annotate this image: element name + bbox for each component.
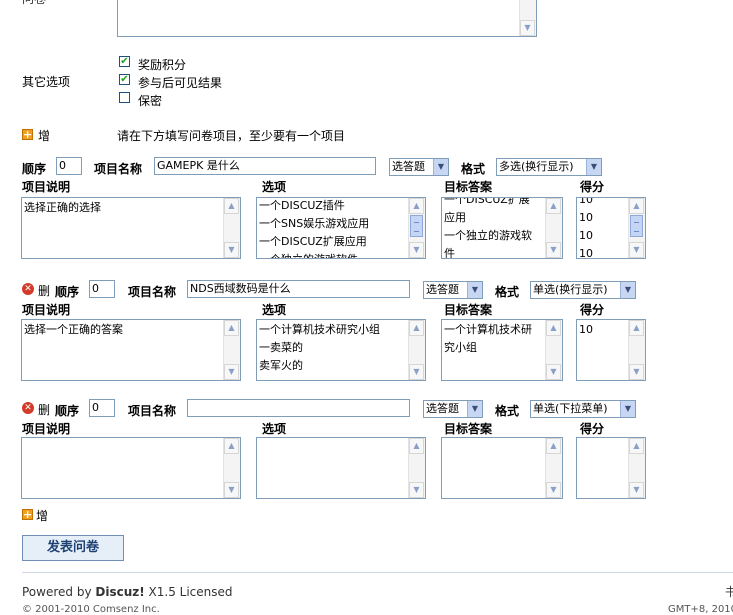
item3-score-textarea[interactable]: ▲ ▼ xyxy=(576,437,646,499)
top-textarea[interactable]: ▼ xyxy=(117,0,537,37)
item2-order-input[interactable]: 0 xyxy=(89,280,115,298)
item3-type-select[interactable]: 选答题 ▼ xyxy=(423,400,483,418)
item1-format-select[interactable]: 多选(换行显示) ▼ xyxy=(496,158,602,176)
item3-order-input[interactable]: 0 xyxy=(89,399,115,417)
item1-type-select[interactable]: 选答题 ▼ xyxy=(389,158,449,176)
top-field-label: 问卷 xyxy=(22,0,46,7)
checkbox-reward[interactable]: ✔ xyxy=(119,56,130,67)
item1-order-label: 顺序 xyxy=(22,162,47,176)
add-item-bottom-label[interactable]: 增 xyxy=(36,507,48,524)
item2-format-select[interactable]: 单选(换行显示) ▼ xyxy=(530,281,636,299)
item1-name-input[interactable]: GAMEPK 是什么 xyxy=(154,157,376,175)
item2-score-header: 得分 xyxy=(580,303,605,317)
item2-desc-textarea[interactable]: 选择一个正确的答案 ▲ ▼ xyxy=(21,319,241,381)
checkbox-show-result[interactable]: ✔ xyxy=(119,74,130,85)
item3-score-header: 得分 xyxy=(580,422,605,436)
footer-divider xyxy=(22,572,733,573)
add-item-bottom-icon[interactable]: + xyxy=(22,509,33,520)
item3-answer-header: 目标答案 xyxy=(444,422,493,436)
chevron-down-icon: ▼ xyxy=(586,159,601,175)
item2-format-label: 格式 xyxy=(495,285,520,299)
item1-choices-header: 选项 xyxy=(262,180,287,194)
other-options-label: 其它选项 xyxy=(22,75,71,89)
delete-item-icon[interactable]: ✕ xyxy=(22,402,34,414)
item3-desc-textarea[interactable]: ▲ ▼ xyxy=(21,437,241,499)
chevron-down-icon: ▼ xyxy=(620,282,635,298)
footer-powered: Powered by Discuz! X1.5 Licensed xyxy=(22,585,233,599)
add-item-hint: 请在下方填写问卷项目，至少要有一个项目 xyxy=(117,129,346,143)
item3-choices-header: 选项 xyxy=(262,422,287,436)
item1-name-label: 项目名称 xyxy=(94,162,143,176)
item2-delete-label[interactable]: 删 xyxy=(38,282,50,299)
item2-choices-header: 选项 xyxy=(262,303,287,317)
publish-survey-button[interactable]: 发表问卷 xyxy=(22,535,124,561)
item3-desc-header: 项目说明 xyxy=(22,422,71,436)
item2-answer-header: 目标答案 xyxy=(444,303,493,317)
item3-choices-textarea[interactable]: ▲ ▼ xyxy=(256,437,426,499)
chevron-down-icon: ▼ xyxy=(467,401,482,417)
item3-answer-textarea[interactable]: ▲ ▼ xyxy=(441,437,563,499)
chevron-down-icon: ▼ xyxy=(467,282,482,298)
item2-score-textarea[interactable]: 10 ▲ ▼ xyxy=(576,319,646,381)
item2-type-select[interactable]: 选答题 ▼ xyxy=(423,281,483,299)
item2-order-label: 顺序 xyxy=(55,285,80,299)
item1-desc-textarea[interactable]: 选择正确的选择 ▲ ▼ xyxy=(21,197,241,259)
item3-order-label: 顺序 xyxy=(55,404,80,418)
checkbox-secret[interactable] xyxy=(119,92,130,103)
item3-format-select[interactable]: 单选(下拉菜单) ▼ xyxy=(530,400,636,418)
item1-answer-textarea[interactable]: 一个DISCUZ扩展 应用 一个独立的游戏软 件 ▲ ▼ xyxy=(441,197,563,259)
item2-name-input[interactable]: NDS西域数码是什么 xyxy=(187,280,410,298)
item3-format-label: 格式 xyxy=(495,404,520,418)
item1-choices-textarea[interactable]: 一个DISCUZ插件 一个SNS娱乐游戏应用 一个DISCUZ扩展应用 一个独立… xyxy=(256,197,426,259)
item2-name-label: 项目名称 xyxy=(128,285,177,299)
item3-name-input[interactable] xyxy=(187,399,410,417)
option-label-show-result: 参与后可见结果 xyxy=(138,76,223,90)
option-label-secret: 保密 xyxy=(138,94,163,108)
footer-brand-link[interactable]: Discuz! xyxy=(95,585,144,599)
add-item-label[interactable]: 增 xyxy=(38,127,50,144)
item1-score-header: 得分 xyxy=(580,180,605,194)
item1-score-textarea[interactable]: 10 10 10 10 ▲ ▼ xyxy=(576,197,646,259)
item1-answer-header: 目标答案 xyxy=(444,180,493,194)
delete-item-icon[interactable]: ✕ xyxy=(22,283,34,295)
item1-desc-header: 项目说明 xyxy=(22,180,71,194)
item1-order-input[interactable]: 0 xyxy=(56,157,82,175)
option-label-reward: 奖励积分 xyxy=(138,58,187,72)
item1-format-label: 格式 xyxy=(461,162,486,176)
add-item-icon[interactable]: + xyxy=(22,129,33,140)
chevron-down-icon: ▼ xyxy=(433,159,448,175)
item2-desc-header: 项目说明 xyxy=(22,303,71,317)
scroll-thumb[interactable] xyxy=(410,215,423,237)
footer-copyright: © 2001-2010 Comsenz Inc. xyxy=(22,604,160,615)
item2-answer-textarea[interactable]: 一个计算机技术研 究小组 ▲ ▼ xyxy=(441,319,563,381)
scroll-thumb[interactable] xyxy=(630,215,643,237)
footer-right-top: 书 xyxy=(725,585,733,599)
footer-time: GMT+8, 2010-1 xyxy=(668,604,733,615)
item2-choices-textarea[interactable]: 一个计算机技术研究小组 一卖菜的 卖军火的 ▲ ▼ xyxy=(256,319,426,381)
chevron-down-icon: ▼ xyxy=(620,401,635,417)
item3-name-label: 项目名称 xyxy=(128,404,177,418)
item3-delete-label[interactable]: 删 xyxy=(38,401,50,418)
